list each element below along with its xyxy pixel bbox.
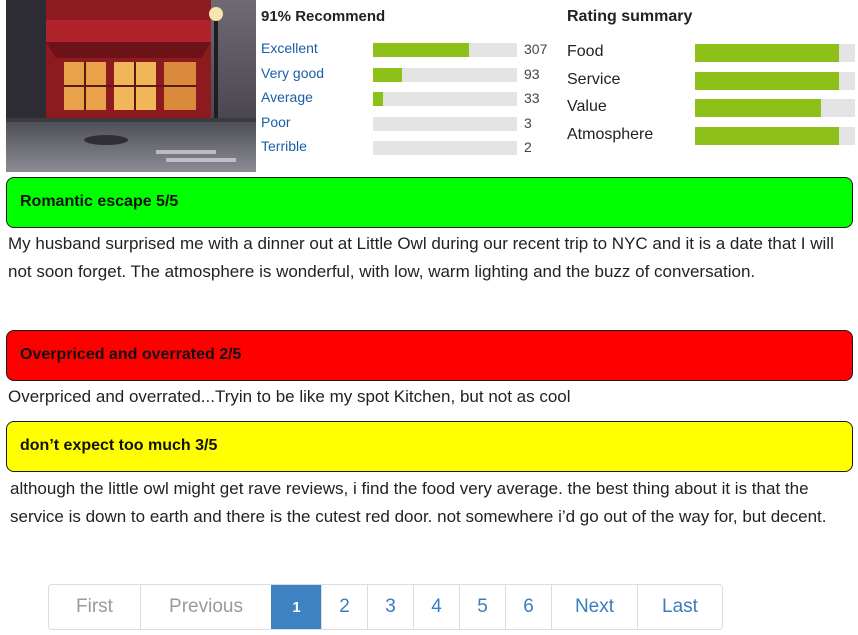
summary-row-atmosphere: Atmosphere: [567, 125, 857, 153]
review-text-2: Overpriced and overrated...Tryin to be l…: [8, 387, 571, 406]
review-title-2[interactable]: Overpriced and overrated 2/5: [6, 330, 853, 381]
rating-link-very-good[interactable]: Very good: [261, 65, 324, 81]
summary-bar-fill: [695, 126, 839, 145]
page-next[interactable]: Next: [551, 585, 637, 629]
summary-row-value: Value: [567, 97, 857, 125]
summary-bar-track: [695, 44, 855, 62]
rating-bar-track: [373, 141, 517, 155]
rating-count: 93: [524, 65, 540, 82]
rating-row-excellent: Excellent 307: [261, 40, 561, 65]
summary-label: Food: [567, 43, 604, 60]
page-1[interactable]: 1: [271, 585, 321, 629]
summary-bar-track: [695, 99, 855, 117]
rating-bar-track: [373, 116, 517, 131]
summary-label: Atmosphere: [567, 125, 654, 143]
summary-bar-track: [695, 126, 855, 145]
rating-summary-title: Rating summary: [567, 8, 693, 25]
rating-bar-track: [373, 43, 517, 57]
rating-link-excellent[interactable]: Excellent: [261, 40, 318, 56]
restaurant-photo: [6, 0, 256, 172]
rating-row-terrible: Terrible 2: [261, 138, 561, 163]
page-6[interactable]: 6: [505, 585, 551, 629]
summary-label: Service: [567, 70, 621, 88]
summary-label: Value: [567, 98, 607, 115]
page-2[interactable]: 2: [321, 585, 367, 629]
rating-link-poor[interactable]: Poor: [261, 114, 291, 130]
recommend-breakdown: Excellent 307 Very good 93 Average 33 Po…: [261, 40, 561, 163]
rating-row-very-good: Very good 93: [261, 65, 561, 90]
summary-bar-fill: [695, 71, 839, 90]
review-text-3: although the little owl might get rave r…: [10, 479, 827, 526]
summary-row-food: Food: [567, 42, 857, 70]
review-title-1[interactable]: Romantic escape 5/5: [6, 177, 853, 228]
rating-link-average[interactable]: Average: [261, 89, 313, 105]
summary-row-service: Service: [567, 70, 857, 98]
rating-row-average: Average 33: [261, 89, 561, 114]
page-4[interactable]: 4: [413, 585, 459, 629]
rating-bar-fill: [373, 43, 470, 57]
page-previous[interactable]: Previous: [140, 585, 271, 629]
rating-count: 307: [524, 41, 548, 57]
page-last[interactable]: Last: [637, 585, 722, 629]
rating-row-poor: Poor 3: [261, 114, 561, 139]
recommend-title: 91% Recommend: [261, 8, 386, 25]
pagination: First Previous 1 2 3 4 5 6 Next Last: [48, 584, 723, 630]
summary-bar-fill: [695, 44, 839, 62]
review-title-3[interactable]: don’t expect too much 3/5: [6, 421, 853, 472]
rating-bar-fill: [373, 92, 384, 106]
page-first[interactable]: First: [49, 585, 140, 629]
rating-link-terrible[interactable]: Terrible: [261, 138, 307, 154]
page-5[interactable]: 5: [459, 585, 505, 629]
review-text-1: My husband surprised me with a dinner ou…: [8, 234, 834, 281]
summary-bar-fill: [695, 99, 822, 117]
rating-bar-track: [373, 67, 517, 82]
page-3[interactable]: 3: [367, 585, 413, 629]
rating-summary: Food Service Value Atmosphere: [567, 42, 857, 152]
rating-count: 33: [524, 90, 540, 106]
rating-count: 2: [524, 139, 532, 155]
summary-bar-track: [695, 71, 855, 90]
rating-count: 3: [524, 114, 532, 131]
rating-bar-track: [373, 92, 517, 106]
rating-bar-fill: [373, 67, 402, 82]
